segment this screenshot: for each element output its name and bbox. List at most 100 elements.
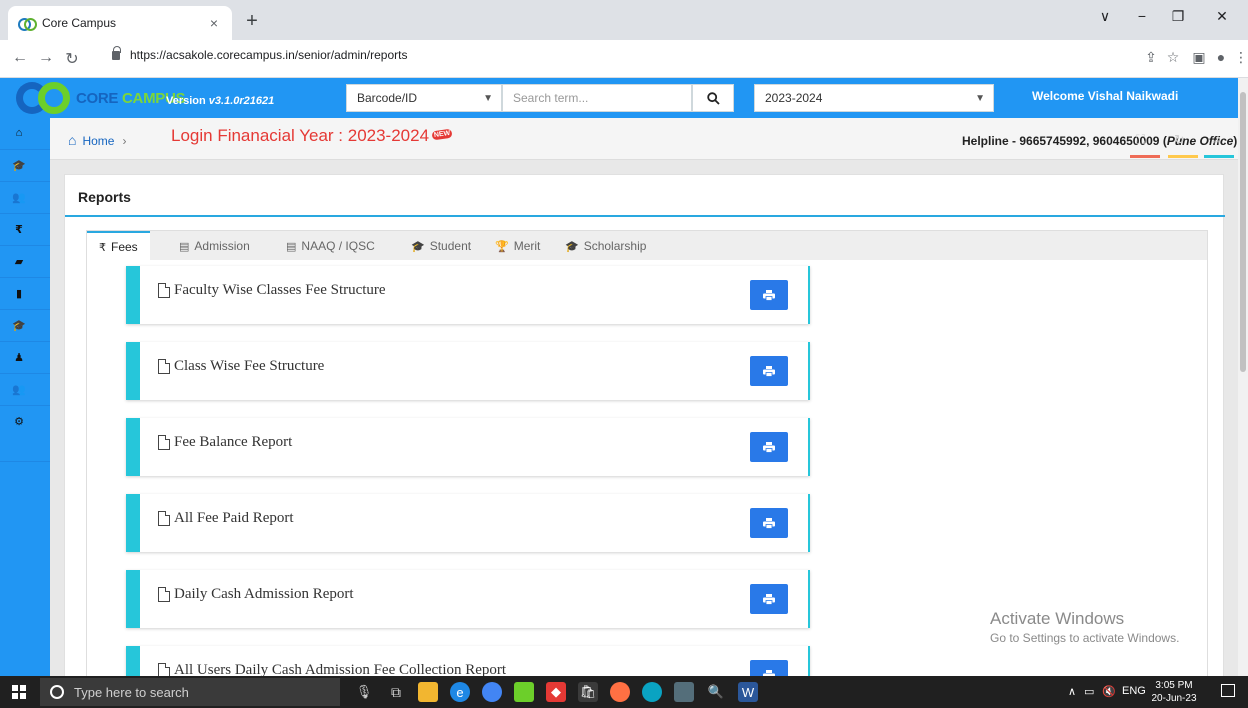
microphone-icon[interactable]: 🎙 [354, 682, 374, 702]
fullscreen-button[interactable]: ⛶ [1130, 130, 1160, 160]
corecampus-logo [16, 80, 76, 116]
volume-muted-icon[interactable]: 🔇 [1102, 685, 1116, 698]
report-item: Faculty Wise Classes Fee Structure [126, 266, 810, 324]
users-icon: 👥 [12, 192, 26, 204]
sidebar-item-documents[interactable]: ▮ [0, 278, 50, 310]
tab-student[interactable]: 🎓 Student [411, 231, 471, 261]
taskbar-search-input[interactable]: Type here to search [40, 678, 340, 706]
tray-chevron-up-icon[interactable]: ∧ [1068, 685, 1076, 698]
store-icon[interactable]: 🛍 [578, 682, 598, 702]
word-icon[interactable]: W [738, 682, 758, 702]
sidebar-item-staff[interactable]: 👥 [0, 374, 50, 406]
welcome-user[interactable]: Welcome Vishal Naikwadi [1032, 89, 1178, 103]
back-arrow-icon[interactable]: ← [10, 49, 30, 67]
print-button[interactable] [750, 356, 788, 386]
print-icon [763, 365, 775, 377]
tab-admission[interactable]: ▤ Admission [179, 231, 250, 261]
report-item: Fee Balance Report [126, 418, 810, 476]
sidebar-item-user[interactable]: ♟ [0, 342, 50, 374]
profile-icon[interactable]: ● [1210, 49, 1232, 65]
activate-windows-title: Activate Windows [990, 609, 1125, 628]
file-icon: ▮ [15, 288, 23, 300]
sidebar-item-exams[interactable]: 🎓 [0, 310, 50, 342]
network-app-icon[interactable] [674, 682, 694, 702]
edge-icon[interactable] [642, 682, 662, 702]
windows-start-icon[interactable] [12, 685, 26, 699]
browser-tab-title: Core Campus [42, 16, 117, 30]
taskbar-clock[interactable]: 3:05 PM 20-Jun-23 [1150, 679, 1198, 705]
maximize-button[interactable]: ❐ [1163, 8, 1193, 25]
toggle-width-button[interactable]: ↔ [1204, 130, 1234, 160]
graduation-cap-icon: 🎓 [12, 320, 26, 332]
tab-fees[interactable]: ₹ Fees [87, 231, 150, 261]
chrome-icon[interactable] [482, 682, 502, 702]
breadcrumb-home[interactable]: ⌂ Home › [68, 132, 126, 148]
print-icon [763, 441, 775, 453]
reload-icon[interactable]: ↻ [62, 49, 82, 69]
browser-tab[interactable]: Core Campus × [8, 6, 232, 40]
academic-year-select[interactable]: 2023-2024 ▼ [754, 84, 994, 112]
forward-arrow-icon[interactable]: → [36, 49, 56, 67]
sidebar-item-home[interactable]: ⌂ [0, 118, 50, 150]
browser-tab-strip: Core Campus × + ∨ − ❐ ✕ [0, 0, 1248, 40]
print-button[interactable] [750, 508, 788, 538]
print-button[interactable] [750, 584, 788, 614]
tab-scholarship[interactable]: 🎓 Scholarship [565, 231, 646, 261]
scrollbar-thumb[interactable] [1240, 92, 1246, 372]
tab-naaq-iqsc[interactable]: ▤ NAAQ / IQSC [286, 231, 375, 261]
report-name: All Fee Paid Report [174, 510, 294, 526]
sidebar-item-settings[interactable]: ⚙ [0, 406, 50, 462]
share-icon[interactable]: ⇪ [1140, 49, 1162, 66]
minimize-button[interactable]: − [1127, 8, 1157, 24]
magnifier-icon[interactable]: 🔍 [706, 682, 726, 702]
file-explorer-icon[interactable] [418, 682, 438, 702]
sidebar-item-groups[interactable]: 👥 [0, 182, 50, 214]
print-button[interactable] [750, 432, 788, 462]
report-name: Fee Balance Report [174, 434, 293, 450]
file-icon [158, 283, 170, 298]
page-scrollbar[interactable] [1238, 78, 1248, 676]
language-indicator[interactable]: ENG [1122, 685, 1146, 697]
edge-legacy-icon[interactable]: e [450, 682, 470, 702]
file-icon [158, 511, 170, 526]
anydesk-icon[interactable]: ◆ [546, 682, 566, 702]
report-name: Class Wise Fee Structure [174, 358, 325, 374]
tab-close-icon[interactable]: × [206, 15, 222, 31]
firefox-icon[interactable] [610, 682, 630, 702]
network-icon[interactable]: ▭ [1084, 685, 1094, 698]
print-button[interactable] [750, 280, 788, 310]
url-text: https://acsakole.corecampus.in/senior/ad… [130, 48, 408, 62]
panel-divider [65, 215, 1225, 217]
trophy-icon: 🏆 [495, 240, 509, 253]
report-item: Class Wise Fee Structure [126, 342, 810, 400]
sidebar-item-fees[interactable]: ₹ [0, 214, 50, 246]
task-view-icon[interactable]: ⧉ [386, 682, 406, 702]
version-label: Version v3.1.0r21621 [166, 95, 275, 107]
browser-menu-icon[interactable]: ⋮ [1230, 49, 1248, 66]
reload-panel-button[interactable]: ↻ [1168, 130, 1198, 160]
side-panel-icon[interactable]: ▣ [1188, 49, 1210, 66]
panel-title: Reports [78, 189, 131, 205]
bookmark-star-icon[interactable]: ☆ [1162, 49, 1184, 66]
sidebar: ⌂ 🎓 👥 ₹ ▰ ▮ 🎓 ♟ 👥 ⚙ [0, 118, 50, 708]
report-tabs: ₹ Fees ▤ Admission ▤ NAAQ / IQSC 🎓 Student 🏆… [86, 230, 1208, 261]
url-field[interactable]: https://acsakole.corecampus.in/senior/ad… [112, 45, 408, 62]
report-item: All Fee Paid Report [126, 494, 810, 552]
chevron-down-icon: ▼ [483, 93, 493, 104]
file-text-icon: ▤ [179, 240, 190, 253]
search-input[interactable]: Search term... [502, 84, 692, 112]
tab-search-icon[interactable]: ∨ [1090, 8, 1120, 25]
notification-icon[interactable] [1221, 684, 1235, 697]
corecampus-app-icon[interactable] [514, 682, 534, 702]
search-icon [706, 91, 720, 105]
book-icon: ▰ [14, 256, 24, 268]
print-icon [763, 517, 775, 529]
sidebar-item-library[interactable]: ▰ [0, 246, 50, 278]
lookup-type-select[interactable]: Barcode/ID ▼ [346, 84, 502, 112]
breadcrumb-bar: ⌂ Home › Login Finanacial Year : 2023-2024… [50, 118, 1248, 160]
new-tab-button[interactable]: + [240, 10, 264, 33]
tab-merit[interactable]: 🏆 Merit [495, 231, 540, 261]
search-button[interactable] [692, 84, 734, 112]
close-window-button[interactable]: ✕ [1207, 8, 1237, 25]
sidebar-item-academics[interactable]: 🎓 [0, 150, 50, 182]
